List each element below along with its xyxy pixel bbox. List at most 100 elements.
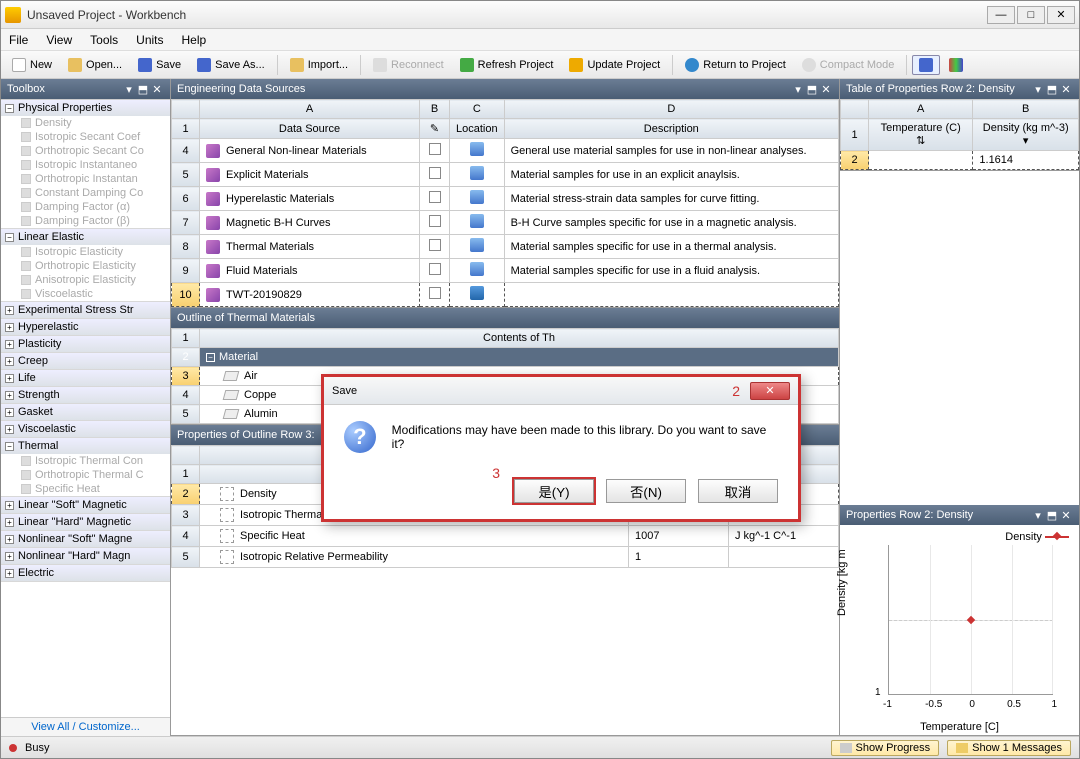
checkbox[interactable] — [429, 143, 441, 155]
toolbox-item[interactable]: Isotropic Secant Coef — [1, 130, 170, 144]
toolbox-pin-icon[interactable]: ⬒ — [136, 83, 150, 96]
toolbox-item[interactable]: Isotropic Thermal Con — [1, 454, 170, 468]
material-icon — [223, 390, 240, 400]
dialog-titlebar[interactable]: Save 2 ✕ — [324, 377, 798, 405]
material-group[interactable]: −Material — [200, 348, 839, 367]
category-linear-soft-magnetic[interactable]: +Linear "Soft" Magnetic — [1, 497, 170, 513]
density-table[interactable]: AB 1Temperature (C) ⇅Density (kg m^-3) ▾… — [840, 99, 1079, 170]
location-icon[interactable] — [470, 166, 484, 180]
toolbox-item[interactable]: Anisotropic Elasticity — [1, 273, 170, 287]
refresh-button[interactable]: Refresh Project — [453, 55, 561, 75]
category-creep[interactable]: +Creep — [1, 353, 170, 369]
category-linear-hard-magnetic[interactable]: +Linear "Hard" Magnetic — [1, 514, 170, 530]
dialog-yes-button[interactable]: 是(Y) — [514, 479, 594, 503]
toolbox-item[interactable]: Isotropic Instantaneo — [1, 158, 170, 172]
location-icon[interactable] — [470, 214, 484, 228]
category-plasticity[interactable]: +Plasticity — [1, 336, 170, 352]
toolbox-item[interactable]: Viscoelastic — [1, 287, 170, 301]
dialog-cancel-button[interactable]: 取消 — [698, 479, 778, 503]
eds-row[interactable]: 5Explicit MaterialsMaterial samples for … — [172, 163, 839, 187]
checkbox[interactable] — [429, 239, 441, 251]
eds-row[interactable]: 8Thermal MaterialsMaterial samples speci… — [172, 235, 839, 259]
category-viscoelastic[interactable]: +Viscoelastic — [1, 421, 170, 437]
menu-view[interactable]: View — [46, 33, 72, 47]
location-icon[interactable] — [470, 238, 484, 252]
category-hyperelastic[interactable]: +Hyperelastic — [1, 319, 170, 335]
property-row[interactable]: 4Specific Heat1007J kg^-1 C^-1 — [172, 526, 839, 547]
checkbox[interactable] — [429, 167, 441, 179]
category-nonlinear-hard-magn[interactable]: +Nonlinear "Hard" Magn — [1, 548, 170, 564]
menu-units[interactable]: Units — [136, 33, 163, 47]
location-icon[interactable] — [470, 142, 484, 156]
category-gasket[interactable]: +Gasket — [1, 404, 170, 420]
property-row[interactable]: 5Isotropic Relative Permeability1 — [172, 547, 839, 568]
maximize-button[interactable]: □ — [1017, 6, 1045, 24]
checkbox[interactable] — [429, 191, 441, 203]
toolbox-item[interactable]: Orthotropic Secant Co — [1, 144, 170, 158]
category-linear-elastic[interactable]: −Linear Elastic — [1, 229, 170, 245]
save-button[interactable]: Save — [131, 55, 188, 75]
dropdown-icon[interactable]: ▾ — [1023, 135, 1029, 147]
checkbox[interactable] — [429, 287, 441, 299]
dialog-no-button[interactable]: 否(N) — [606, 479, 686, 503]
update-button[interactable]: Update Project — [562, 55, 667, 75]
library-icon — [206, 288, 220, 302]
close-button[interactable]: ✕ — [1047, 6, 1075, 24]
category-life[interactable]: +Life — [1, 370, 170, 386]
eds-close-icon[interactable]: ✕ — [819, 83, 833, 96]
category-experimental-stress-str[interactable]: +Experimental Stress Str — [1, 302, 170, 318]
toolbox-item[interactable]: Damping Factor (α) — [1, 200, 170, 214]
eds-table[interactable]: ABCD 1Data Source✎LocationDescription 4G… — [171, 99, 839, 307]
eds-row[interactable]: 6Hyperelastic MaterialsMaterial stress-s… — [172, 187, 839, 211]
toolbox-item[interactable]: Specific Heat — [1, 482, 170, 496]
chart-header: Properties Row 2: Density▾⬒✕ — [840, 505, 1079, 525]
menu-file[interactable]: File — [9, 33, 28, 47]
show-messages-button[interactable]: Show 1 Messages — [947, 740, 1071, 756]
compact-button[interactable]: Compact Mode — [795, 55, 902, 75]
toolbox-dropdown-icon[interactable]: ▾ — [122, 83, 136, 96]
checkbox[interactable] — [429, 263, 441, 275]
toolbox-item[interactable]: Orthotropic Instantan — [1, 172, 170, 186]
view-all-link[interactable]: View All / Customize... — [31, 721, 140, 733]
eds-dropdown-icon[interactable]: ▾ — [791, 83, 805, 96]
category-thermal[interactable]: −Thermal — [1, 438, 170, 454]
menu-tools[interactable]: Tools — [90, 33, 118, 47]
sort-icon[interactable]: ⇅ — [916, 135, 925, 147]
category-nonlinear-soft-magne[interactable]: +Nonlinear "Soft" Magne — [1, 531, 170, 547]
return-button[interactable]: Return to Project — [678, 55, 793, 75]
toolbox-item[interactable]: Orthotropic Elasticity — [1, 259, 170, 273]
open-button[interactable]: Open... — [61, 55, 129, 75]
eds-row[interactable]: 4General Non-linear MaterialsGeneral use… — [172, 139, 839, 163]
property-icon — [220, 529, 234, 543]
category-physical-properties[interactable]: −Physical Properties — [1, 100, 170, 116]
checkbox[interactable] — [429, 215, 441, 227]
toolbox-item[interactable]: Damping Factor (β) — [1, 214, 170, 228]
import-button[interactable]: Import... — [283, 55, 355, 75]
eds-row[interactable]: 9Fluid MaterialsMaterial samples specifi… — [172, 259, 839, 283]
location-icon[interactable] — [470, 190, 484, 204]
new-button[interactable]: New — [5, 55, 59, 75]
toolbox-item[interactable]: Density — [1, 116, 170, 130]
menu-help[interactable]: Help — [182, 33, 207, 47]
right-area: Table of Properties Row 2: Density▾⬒✕ AB… — [839, 79, 1079, 736]
toolbox-item[interactable]: Constant Damping Co — [1, 186, 170, 200]
show-progress-button[interactable]: Show Progress — [831, 740, 940, 756]
toolbox-item[interactable]: Isotropic Elasticity — [1, 245, 170, 259]
chart-button[interactable] — [942, 55, 970, 75]
dialog-close-button[interactable]: ✕ — [750, 382, 790, 400]
filter-button[interactable] — [912, 55, 940, 75]
minimize-button[interactable]: — — [987, 6, 1015, 24]
category-electric[interactable]: +Electric — [1, 565, 170, 581]
property-icon — [220, 487, 234, 501]
eds-row[interactable]: 7Magnetic B-H CurvesB-H Curve samples sp… — [172, 211, 839, 235]
location-icon[interactable] — [470, 262, 484, 276]
eds-row[interactable]: 10TWT-20190829 — [172, 283, 839, 307]
eds-pin-icon[interactable]: ⬒ — [805, 83, 819, 96]
toolbox-close-icon[interactable]: ✕ — [150, 83, 164, 96]
lightning-icon — [569, 58, 583, 72]
toolbox-item[interactable]: Orthotropic Thermal C — [1, 468, 170, 482]
category-strength[interactable]: +Strength — [1, 387, 170, 403]
saveas-button[interactable]: Save As... — [190, 55, 272, 75]
location-icon[interactable] — [470, 286, 484, 300]
reconnect-button[interactable]: Reconnect — [366, 55, 451, 75]
